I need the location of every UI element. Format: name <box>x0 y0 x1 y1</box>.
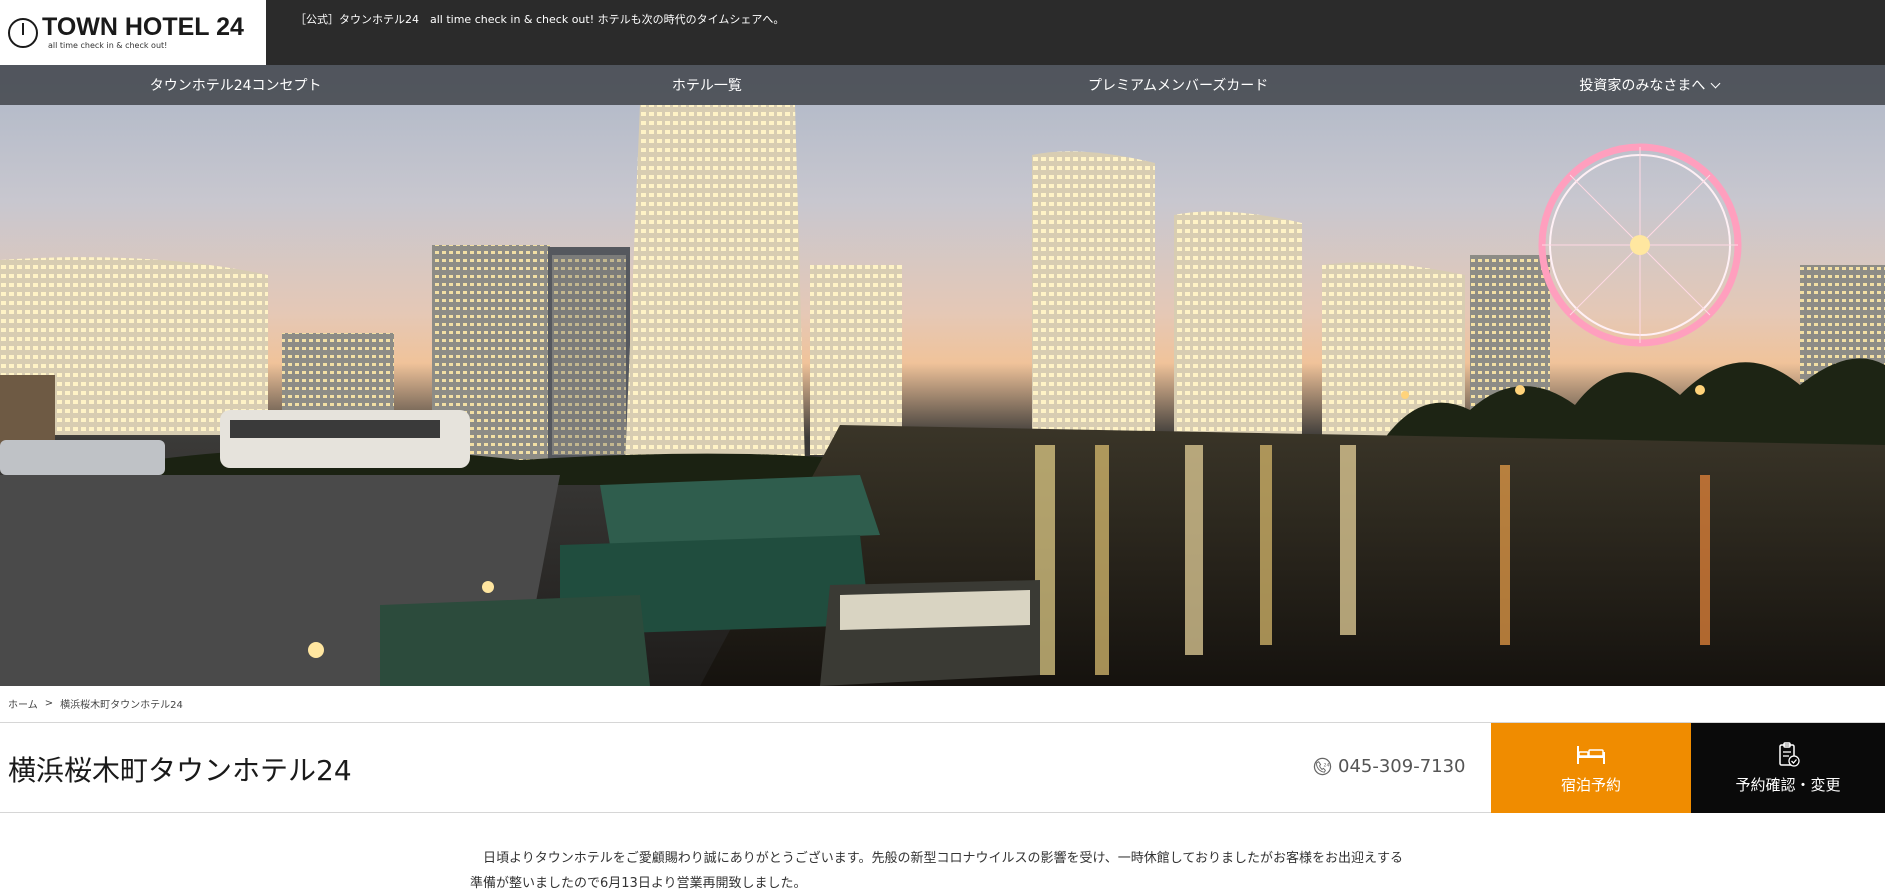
book-stay-button[interactable]: 宿泊予約 <box>1491 723 1691 813</box>
site-tagline: ［公式］タウンホテル24 all time check in & check o… <box>295 13 785 26</box>
svg-text:24: 24 <box>1323 763 1329 769</box>
page-title: 横浜桜木町タウンホテル24 <box>8 754 352 787</box>
phone-number: 045-309-7130 <box>1338 756 1466 777</box>
nav-label: 投資家のみなさまへ <box>1579 78 1706 94</box>
notice-line-1: 日頃よりタウンホテルをご愛顧賜わり誠にありがとうございます。先般の新型コロナウイ… <box>483 851 1404 866</box>
site-logo[interactable]: TOWN HOTEL 24 all time check in & check … <box>0 0 266 65</box>
top-bar: TOWN HOTEL 24 all time check in & check … <box>0 0 1885 65</box>
breadcrumb-home[interactable]: ホーム <box>8 696 38 711</box>
bed-icon <box>1577 745 1605 764</box>
confirm-change-label: 予約確認・変更 <box>1735 775 1841 794</box>
phone-24-icon: 24 <box>1313 757 1332 776</box>
breadcrumb-separator: > <box>44 698 54 709</box>
clipboard-check-icon <box>1779 741 1800 767</box>
nav-item-concept[interactable]: タウンホテル24コンセプト <box>0 65 471 105</box>
chevron-down-icon <box>1710 78 1721 88</box>
clock-icon <box>8 17 38 48</box>
hero-image <box>0 65 1885 686</box>
reopening-notice: 日頃よりタウンホテルをご愛顧賜わり誠にありがとうございます。先般の新型コロナウイ… <box>470 846 1430 896</box>
logo-name: TOWN HOTEL 24 <box>42 13 244 41</box>
hero-skyline-illustration <box>0 105 1885 686</box>
breadcrumb: ホーム > 横浜桜木町タウンホテル24 <box>8 696 183 711</box>
confirm-change-button[interactable]: 予約確認・変更 <box>1691 723 1885 813</box>
notice-line-2: 準備が整いましたので6月13日より営業再開致しました。 <box>470 876 807 891</box>
main-nav: タウンホテル24コンセプト ホテル一覧 プレミアムメンバーズカード 投資家のみな… <box>0 65 1885 105</box>
phone-link[interactable]: 24 045-309-7130 <box>1313 756 1466 777</box>
nav-label: プレミアムメンバーズカード <box>1087 78 1269 94</box>
nav-item-premium-card[interactable]: プレミアムメンバーズカード <box>943 65 1414 105</box>
hotel-title-bar: 横浜桜木町タウンホテル24 24 045-309-7130 宿泊予約 予約確認・… <box>0 722 1885 813</box>
breadcrumb-current: 横浜桜木町タウンホテル24 <box>60 700 183 711</box>
nav-label: ホテル一覧 <box>671 78 742 94</box>
book-stay-label: 宿泊予約 <box>1560 775 1621 794</box>
logo-tagline: all time check in & check out! <box>48 41 168 50</box>
nav-item-investors[interactable]: 投資家のみなさまへ <box>1414 65 1885 105</box>
nav-label: タウンホテル24コンセプト <box>149 78 322 94</box>
nav-item-hotel-list[interactable]: ホテル一覧 <box>471 65 942 105</box>
